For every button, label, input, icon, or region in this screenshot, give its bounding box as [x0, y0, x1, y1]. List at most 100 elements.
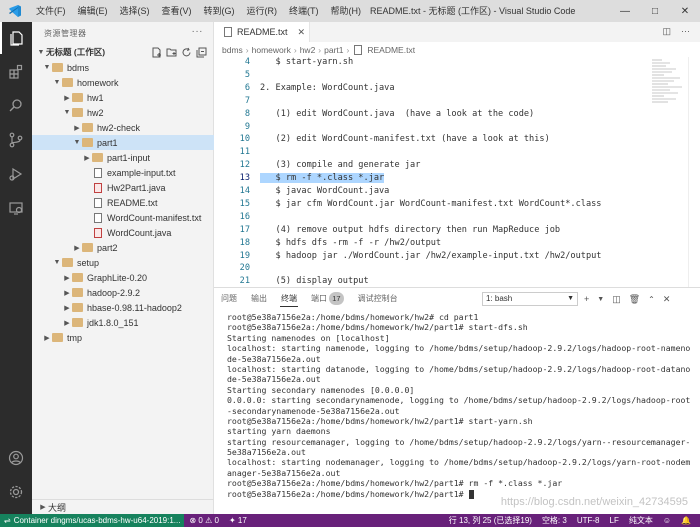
tree-item-tmp[interactable]: ▶ tmp	[32, 330, 214, 345]
tree-item-bdms[interactable]: ▼ bdms	[32, 60, 214, 75]
tree-item-part1[interactable]: ▼ part1	[32, 135, 214, 150]
remote-label: Container dingms/ucas-bdms-hw-u64-2019:1…	[13, 516, 181, 525]
menu-selection[interactable]: 选择(S)	[114, 0, 156, 22]
new-file-icon[interactable]	[151, 47, 162, 58]
menu-file[interactable]: 文件(F)	[30, 0, 72, 22]
breadcrumb-item[interactable]: homework	[252, 45, 291, 55]
code-text: (5) display output	[260, 276, 369, 287]
code-line: 9	[214, 122, 634, 135]
tree-item-hw2part1-java[interactable]: Hw2Part1.java	[32, 180, 214, 195]
tree-item-hbase[interactable]: ▶ hbase-0.98.11-hadoop2	[32, 300, 214, 315]
tree-item-homework[interactable]: ▼ homework	[32, 75, 214, 90]
tree-item-hw1[interactable]: ▶ hw1	[32, 90, 214, 105]
more-actions-icon[interactable]: ···	[681, 26, 690, 37]
code-line: 18 $ hdfs dfs -rm -f -r /hw2/output	[214, 238, 634, 251]
tree-item-wordcount-java[interactable]: WordCount.java	[32, 225, 214, 240]
breadcrumb-item[interactable]: part1	[324, 45, 343, 55]
source-control-icon[interactable]	[0, 124, 32, 156]
tree-item-label: GraphLite-0.20	[87, 272, 148, 283]
tab-debug-console[interactable]: 调试控制台	[351, 288, 405, 310]
run-debug-icon[interactable]	[0, 158, 32, 190]
tree-item-setup[interactable]: ▼ setup	[32, 255, 214, 270]
minimap[interactable]	[650, 57, 686, 117]
menu-run[interactable]: 运行(R)	[241, 0, 284, 22]
tree-item-hw2-check[interactable]: ▶ hw2-check	[32, 120, 214, 135]
tab-output[interactable]: 输出	[244, 288, 274, 310]
tab-problems[interactable]: 问题	[214, 288, 244, 310]
tree-item-part2[interactable]: ▶ part2	[32, 240, 214, 255]
split-terminal-icon[interactable]: ◫	[612, 294, 621, 305]
trash-icon[interactable]: 🗑	[629, 294, 640, 305]
menu-edit[interactable]: 编辑(E)	[72, 0, 114, 22]
tab-readme[interactable]: README.txt ✕	[214, 22, 310, 42]
tab-ports[interactable]: 端口 17	[304, 288, 351, 310]
feedback-icon[interactable]: ☺	[658, 516, 676, 525]
menu-view[interactable]: 查看(V)	[156, 0, 198, 22]
collapse-all-icon[interactable]	[196, 47, 207, 58]
tree-item-label: part1-input	[107, 152, 151, 163]
outline-section[interactable]: ▶ 大纲	[32, 499, 214, 514]
encoding[interactable]: UTF-8	[572, 516, 605, 525]
breadcrumb-item[interactable]: hw2	[300, 45, 316, 55]
terminal-line-text: root@5e38a7156e2a:/home/bdms/homework/hw…	[227, 415, 533, 426]
terminal-line-text: root@5e38a7156e2a:/home/bdms/homework/hw…	[227, 488, 469, 499]
cursor-position[interactable]: 行 13, 列 25 (已选择19)	[444, 515, 537, 526]
extensions-icon[interactable]	[0, 56, 32, 88]
tree-item-hw2[interactable]: ▼ hw2	[32, 105, 214, 120]
close-icon[interactable]: ✕	[663, 294, 671, 305]
language-mode[interactable]: 纯文本	[624, 515, 658, 526]
tree-item-hadoop[interactable]: ▶ hadoop-2.9.2	[32, 285, 214, 300]
tree-item-graphlite[interactable]: ▶ GraphLite-0.20	[32, 270, 214, 285]
terminal-select[interactable]: 1: bash ▼	[482, 292, 578, 306]
explorer-icon[interactable]	[0, 22, 32, 54]
breadcrumb-item[interactable]: README.txt	[367, 45, 415, 55]
more-actions-icon[interactable]: ···	[192, 26, 204, 37]
terminal-output[interactable]: root@5e38a7156e2a:/home/bdms/homework/hw…	[214, 312, 700, 515]
remote-indicator[interactable]: ⇌ Container dingms/ucas-bdms-hw-u64-2019…	[0, 514, 185, 527]
split-editor-icon[interactable]: ◫	[662, 26, 671, 37]
new-folder-icon[interactable]	[166, 47, 177, 58]
editor-scrollbar[interactable]	[688, 57, 700, 287]
account-icon[interactable]	[0, 442, 32, 474]
minimize-icon[interactable]: —	[610, 0, 640, 22]
code-editor[interactable]: 4 $ start-yarn.sh 5 6 2. Example: WordCount…	[214, 57, 700, 287]
close-icon[interactable]: ✕	[670, 0, 700, 22]
settings-gear-icon[interactable]	[0, 476, 32, 508]
terminal-line: localhost: starting namenode, logging to…	[227, 343, 700, 353]
folder-open-icon	[82, 138, 93, 147]
terminal-line-text: -secondarynamenode-5e38a7156e2a.out	[227, 405, 400, 416]
code-line: 19 $ hadoop jar ./WordCount.jar /hw2/exa…	[214, 251, 634, 264]
remote-explorer-icon[interactable]	[0, 192, 32, 224]
terminal-line: Starting secondary namenodes [0.0.0.0]	[227, 385, 700, 395]
tree-item-wordcount-manifest[interactable]: WordCount-manifest.txt	[32, 210, 214, 225]
ports-indicator[interactable]: ✦ 17	[224, 516, 252, 525]
indentation[interactable]: 空格: 3	[537, 515, 572, 526]
end-of-line[interactable]: LF	[605, 516, 624, 525]
tree-item-label: Hw2Part1.java	[107, 182, 166, 193]
chevron-up-icon[interactable]: ⌃	[648, 295, 655, 304]
tab-terminal[interactable]: 终端	[274, 288, 304, 310]
folder-icon	[72, 273, 83, 282]
refresh-icon[interactable]	[181, 47, 192, 58]
tree-item-readme[interactable]: README.txt	[32, 195, 214, 210]
tree-item-example-input[interactable]: example-input.txt	[32, 165, 214, 180]
tree-item-jdk[interactable]: ▶ jdk1.8.0_151	[32, 315, 214, 330]
new-terminal-icon[interactable]: +	[584, 294, 589, 304]
search-icon[interactable]	[0, 90, 32, 122]
menu-go[interactable]: 转到(G)	[198, 0, 241, 22]
problems-indicator[interactable]: ⊗ 0 ⚠ 0	[184, 516, 223, 525]
breadcrumb-item[interactable]: bdms	[222, 45, 243, 55]
chevron-down-icon[interactable]: ▼	[597, 296, 604, 303]
line-number: 7	[244, 95, 250, 106]
notifications-icon[interactable]: 🔔	[676, 516, 696, 525]
line-number: 16	[239, 211, 250, 222]
menu-terminal[interactable]: 终端(T)	[283, 0, 325, 22]
code-line: 16	[214, 212, 634, 225]
tree-item-part1-input[interactable]: ▶ part1-input	[32, 150, 214, 165]
explorer-actions	[151, 44, 207, 60]
terminal-line-text: localhost: starting datanode, logging to…	[227, 363, 691, 374]
menu-help[interactable]: 帮助(H)	[325, 0, 368, 22]
chevron-right-icon: ▶	[74, 244, 80, 252]
close-icon[interactable]: ✕	[298, 27, 306, 38]
maximize-icon[interactable]: □	[640, 0, 670, 22]
